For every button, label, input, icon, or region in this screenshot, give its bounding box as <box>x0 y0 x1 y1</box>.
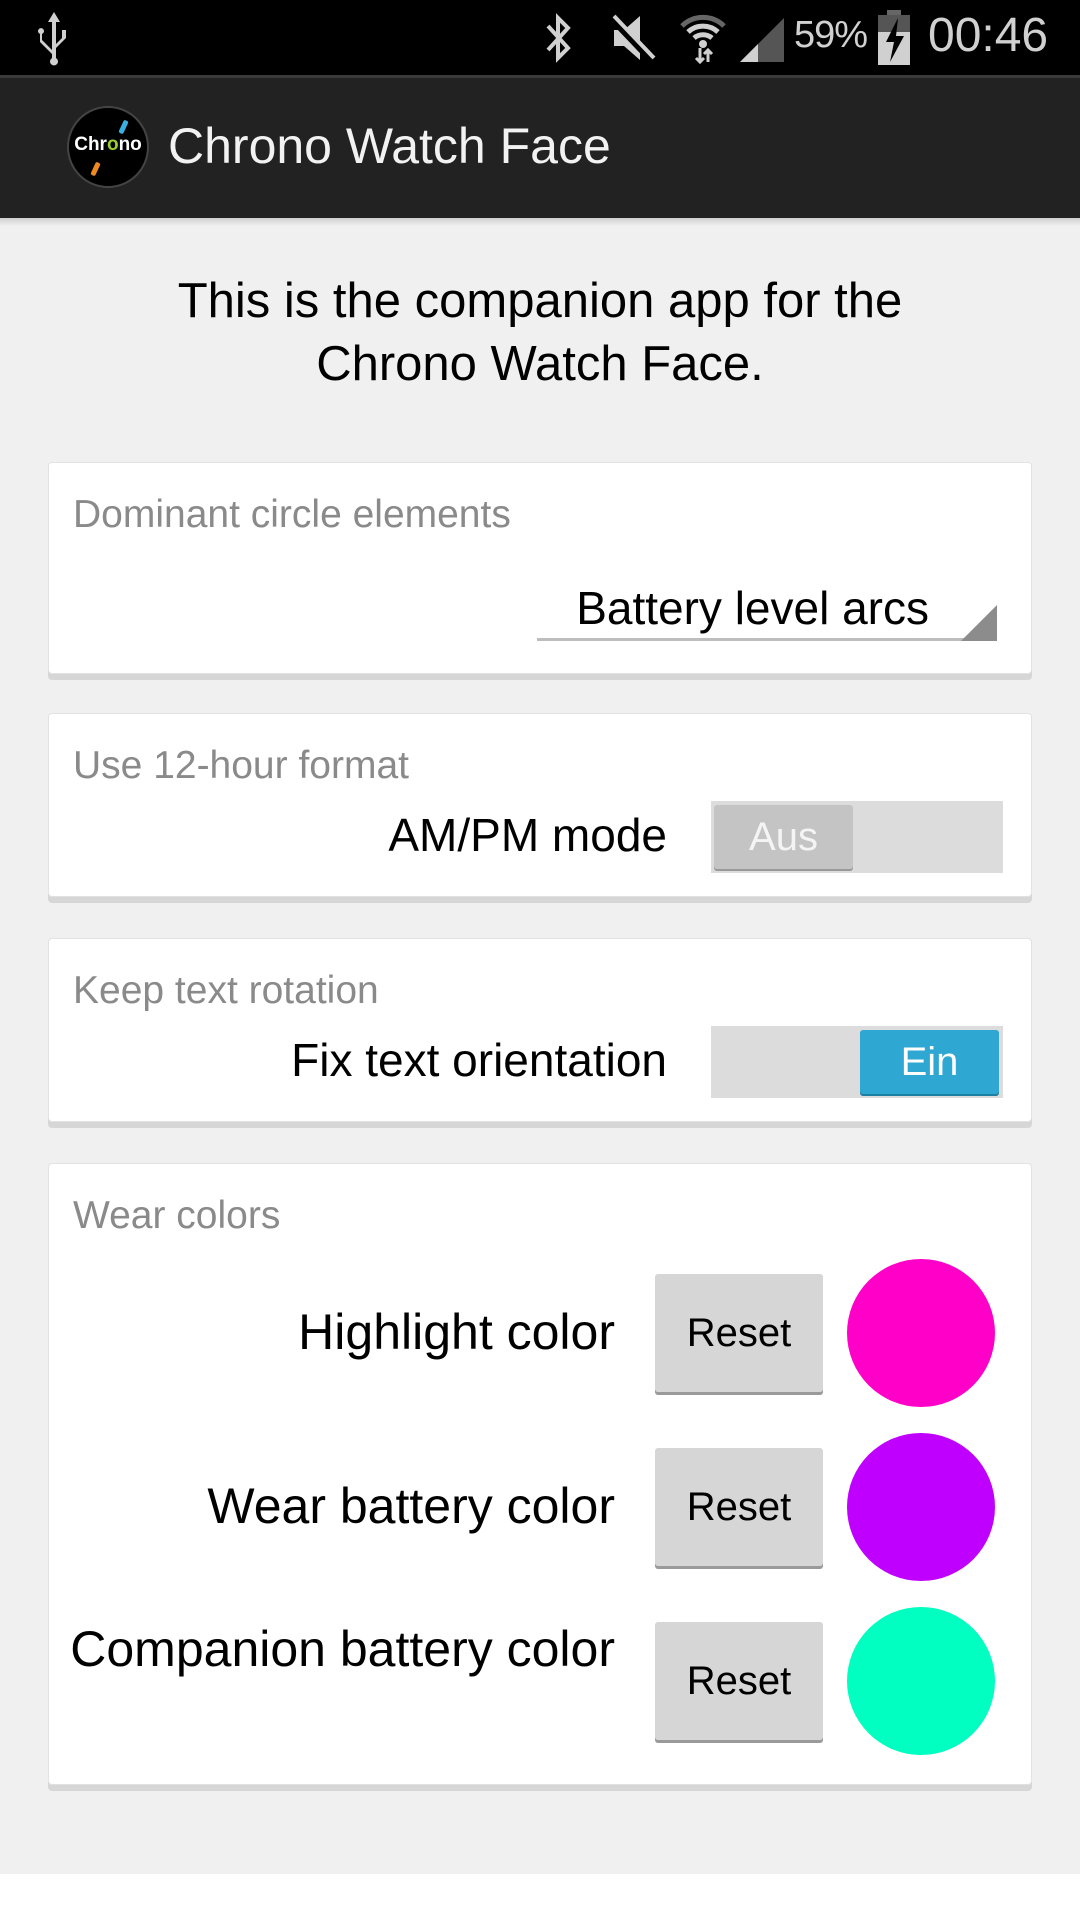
reset-highlight-color-button[interactable]: Reset <box>655 1274 823 1392</box>
spinner-selected-value: Battery level arcs <box>576 582 929 634</box>
companion-battery-color-label: Companion battery color <box>70 1621 615 1677</box>
card-label: Dominant circle elements <box>73 493 511 536</box>
battery-percent: 59% <box>794 14 868 56</box>
text-rotation-card: Keep text rotation Fix text orientation … <box>48 938 1032 1122</box>
reset-companion-battery-color-button[interactable]: Reset <box>655 1622 823 1740</box>
usb-icon <box>38 12 66 66</box>
app-logo-text: Chrono <box>69 134 147 156</box>
wear-battery-color-swatch[interactable] <box>847 1433 995 1581</box>
highlight-color-swatch[interactable] <box>847 1259 995 1407</box>
switch-thumb-on: Ein <box>860 1030 999 1094</box>
intro-text: This is the companion app for the Chrono… <box>0 270 1080 396</box>
fix-text-orientation-label: Fix text orientation <box>291 1034 667 1086</box>
app-title: Chrono Watch Face <box>168 118 611 174</box>
wear-colors-card: Wear colors Highlight color Reset Wear b… <box>48 1163 1032 1785</box>
signal-icon <box>740 18 784 62</box>
action-bar-shadow <box>0 218 1080 226</box>
dominant-circle-spinner[interactable]: Battery level arcs <box>537 569 997 641</box>
hour-format-card: Use 12-hour format AM/PM mode Aus <box>48 713 1032 897</box>
card-label: Wear colors <box>73 1194 281 1237</box>
ampm-mode-label: AM/PM mode <box>388 809 667 861</box>
logo-text-accent: o <box>106 134 119 155</box>
ampm-mode-switch[interactable]: Aus <box>711 801 1003 873</box>
clock: 00:46 <box>928 9 1049 62</box>
highlight-color-label: Highlight color <box>298 1304 615 1360</box>
dropdown-arrow-icon <box>961 605 997 641</box>
mute-icon <box>610 14 656 63</box>
fix-text-orientation-switch[interactable]: Ein <box>711 1026 1003 1098</box>
spinner-underline <box>537 638 997 641</box>
switch-thumb-off: Aus <box>714 805 853 869</box>
logo-tick-orange <box>90 161 101 177</box>
intro-line-2: Chrono Watch Face. <box>316 337 764 391</box>
companion-battery-color-swatch[interactable] <box>847 1607 995 1755</box>
card-label: Use 12-hour format <box>73 744 409 787</box>
logo-text-part: Chr <box>74 134 107 155</box>
intro-line-1: This is the companion app for the <box>177 274 903 328</box>
card-label: Keep text rotation <box>73 969 379 1012</box>
bluetooth-icon <box>546 13 571 63</box>
logo-tick-blue <box>118 119 129 135</box>
status-bar: 59% 00:46 <box>0 0 1080 75</box>
app-logo[interactable]: Chrono <box>67 106 149 188</box>
battery-charging-icon <box>878 10 910 65</box>
wear-battery-color-label: Wear battery color <box>207 1478 615 1534</box>
logo-text-part: no <box>118 134 142 155</box>
wifi-icon <box>680 14 726 64</box>
dominant-circle-card: Dominant circle elements Battery level a… <box>48 462 1032 674</box>
reset-wear-battery-color-button[interactable]: Reset <box>655 1448 823 1566</box>
